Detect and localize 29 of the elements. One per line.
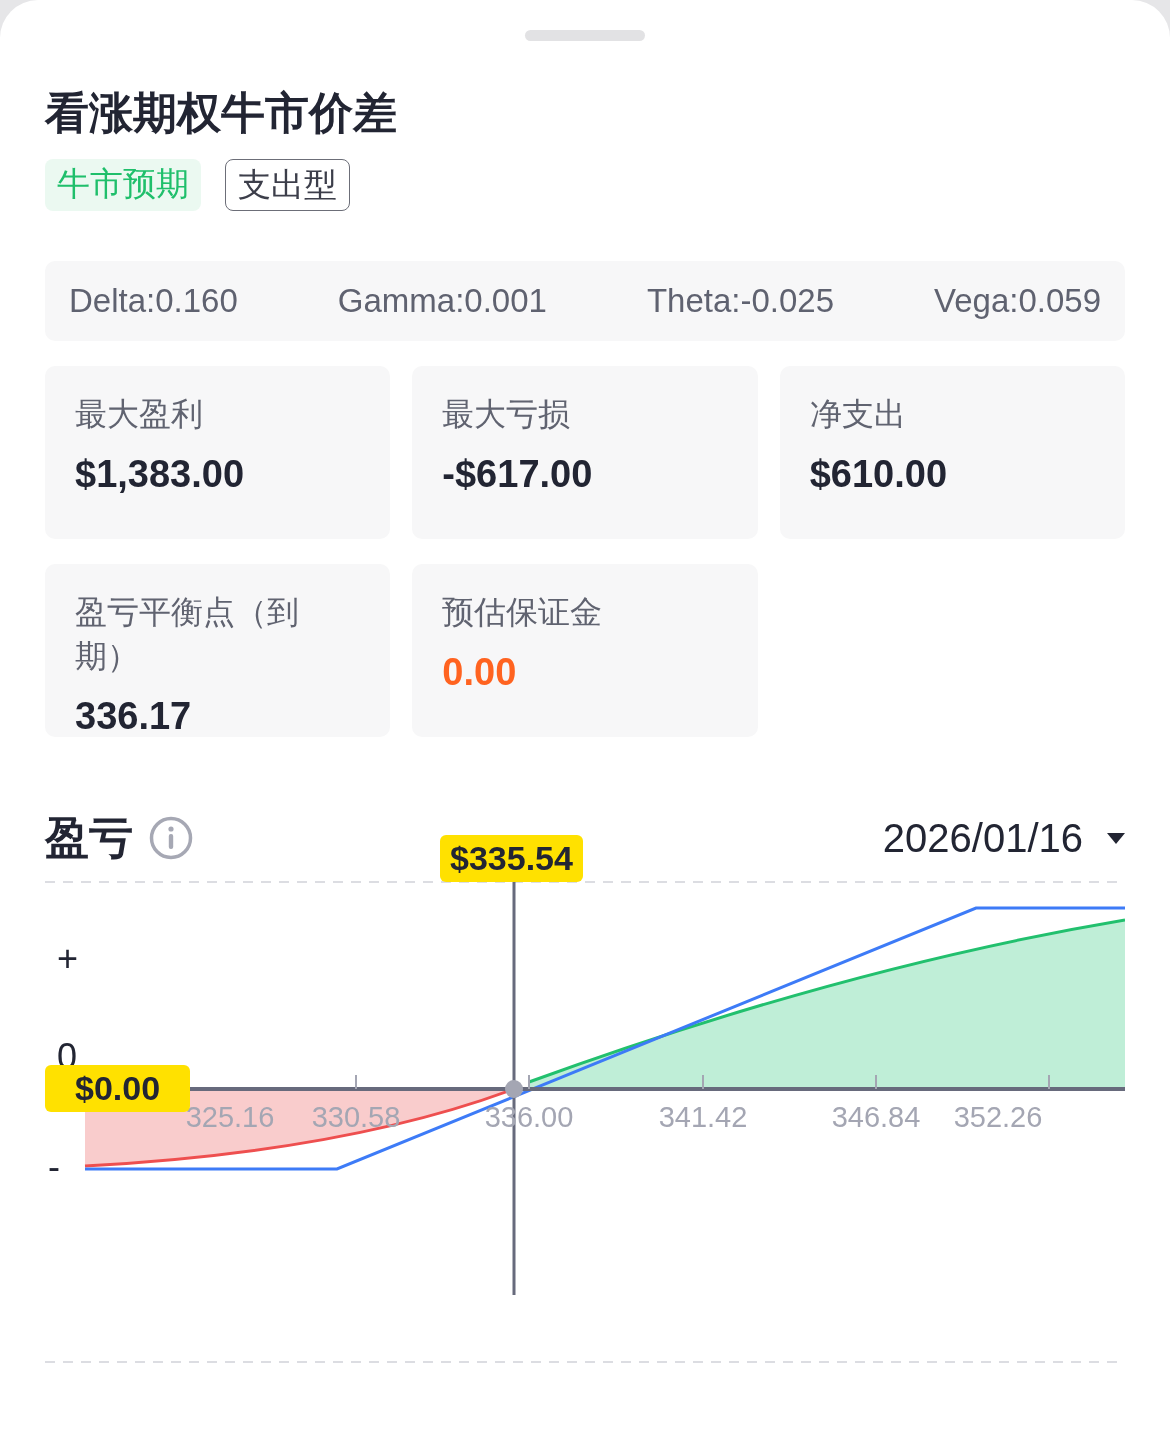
caret-icon	[1107, 832, 1125, 844]
strategy-title: 看涨期权牛市价差	[45, 87, 398, 139]
greek-value: Vega:0.059	[934, 281, 1101, 322]
section-heading: 盈亏	[45, 812, 133, 864]
tick-label: 341.42	[658, 1100, 748, 1134]
greek-value: Delta:0.160	[69, 281, 238, 322]
stat-label: 预估保证金	[442, 593, 604, 632]
stat-value: $610.00	[809, 452, 949, 497]
stat-label: 盈亏平衡点（到期）	[75, 593, 300, 676]
info-icon[interactable]	[149, 816, 193, 860]
stat-value: 336.17	[75, 694, 193, 739]
stat-value: 0.00	[442, 650, 518, 695]
tick-label: 330.58	[311, 1100, 401, 1134]
date-selector[interactable]: 2026/01/16	[882, 808, 1125, 868]
stat-value: $1,383.00	[75, 452, 246, 497]
drag-handle[interactable]	[525, 30, 645, 41]
greek-value: Theta:-0.025	[646, 281, 834, 322]
stat-label: 最大亏损	[442, 395, 572, 434]
stat-value: -$617.00	[442, 452, 594, 497]
tag: 支出型	[225, 159, 350, 211]
tick-label: 352.26	[953, 1100, 1043, 1134]
axis-label: +	[57, 939, 79, 979]
axis-label: -	[48, 1147, 60, 1187]
stat-label: 最大盈利	[75, 395, 204, 434]
tick-label: 346.84	[831, 1100, 921, 1134]
stat-label: 净支出	[809, 395, 907, 434]
tag: 牛市预期	[45, 159, 201, 211]
price-marker: $335.54	[440, 835, 583, 882]
greek-value: Gamma:0.001	[337, 281, 547, 322]
